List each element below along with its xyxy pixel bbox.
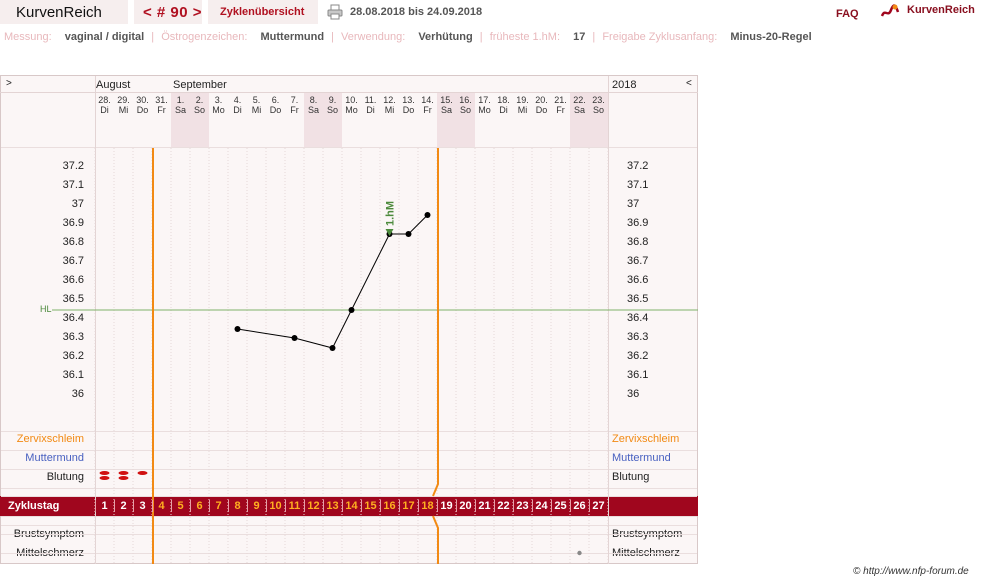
cycle-day-number[interactable]: 24	[532, 500, 551, 512]
cycle-day-separator	[494, 500, 495, 512]
faq-link[interactable]: FAQ	[836, 8, 859, 20]
cycle-number[interactable]: < # 90 >	[143, 4, 202, 21]
first-high-label: 1.hM	[385, 201, 397, 226]
cycle-day-separator	[380, 500, 381, 512]
temperature-point	[405, 231, 412, 237]
cycle-day-number[interactable]: 4	[152, 500, 171, 512]
measure-value: vaginal / digital	[64, 31, 145, 43]
cycle-day-separator	[456, 500, 457, 512]
cycle-day-separator	[209, 500, 210, 512]
cycle-day-number[interactable]: 19	[437, 500, 456, 512]
bleeding-mark	[118, 471, 129, 475]
bleeding-mark	[99, 476, 110, 480]
cycle-day-number[interactable]: 27	[589, 500, 608, 512]
cycle-day-number[interactable]: 9	[247, 500, 266, 512]
cycle-day-number[interactable]: 18	[418, 500, 437, 512]
brand-link[interactable]: KurvenReich	[907, 4, 975, 16]
bleeding-mark	[118, 476, 129, 480]
cycle-day-number[interactable]: 3	[133, 500, 152, 512]
cycle-day-separator	[551, 500, 552, 512]
cycle-day-separator	[247, 500, 248, 512]
estrogen-value: Muttermund	[260, 31, 325, 43]
release-label: Freigabe Zyklusanfang:	[602, 31, 718, 43]
cycle-day-number[interactable]: 14	[342, 500, 361, 512]
cycle-day-number[interactable]: 2	[114, 500, 133, 512]
overview-link[interactable]: Zyklenübersicht	[220, 6, 304, 18]
cycle-settings: Messung: vaginal / digital | Östrogenzei…	[4, 31, 812, 43]
bleeding-mark	[99, 471, 110, 475]
earliest-label: früheste 1.hM:	[489, 31, 561, 43]
printer-icon[interactable]	[327, 4, 343, 20]
cycle-day-separator	[399, 500, 400, 512]
release-value: Minus-20-Regel	[730, 31, 812, 43]
cycle-day-number[interactable]: 10	[266, 500, 285, 512]
temperature-curve: 1.hM	[52, 148, 698, 564]
cycle-day-separator	[342, 500, 343, 512]
cycle-day-separator	[418, 500, 419, 512]
cycle-day-separator	[152, 500, 153, 512]
cycle-day-separator	[304, 500, 305, 512]
usage-value: Verhütung	[418, 31, 473, 43]
cycle-day-separator	[171, 500, 172, 512]
cycle-day-number[interactable]: 8	[228, 500, 247, 512]
cycle-day-number[interactable]: 25	[551, 500, 570, 512]
cycle-day-number[interactable]: 26	[570, 500, 589, 512]
measure-label: Messung:	[4, 31, 52, 43]
estrogen-label: Östrogenzeichen:	[161, 31, 248, 43]
cycle-day-separator	[532, 500, 533, 512]
date-range: 28.08.2018 bis 24.09.2018	[350, 6, 483, 18]
cycle-day-number[interactable]: 5	[171, 500, 190, 512]
hl-label: HL	[40, 304, 52, 314]
bleeding-mark	[137, 471, 148, 475]
cycle-day-separator	[570, 500, 571, 512]
cycle-day-separator	[437, 500, 438, 512]
temperature-point	[234, 326, 241, 332]
cycle-day-separator	[513, 500, 514, 512]
temperature-point	[424, 212, 431, 218]
usage-label: Verwendung:	[341, 31, 406, 43]
mittelschmerz-mark	[577, 550, 582, 556]
temperature-point	[329, 345, 336, 351]
cycle-day-separator	[228, 500, 229, 512]
cycle-day-number[interactable]: 23	[513, 500, 532, 512]
cycle-day-number[interactable]: 17	[399, 500, 418, 512]
app-name[interactable]: KurvenReich	[16, 4, 102, 21]
cycle-day-number[interactable]: 20	[456, 500, 475, 512]
cycle-day-separator	[361, 500, 362, 512]
cycle-day-separator	[475, 500, 476, 512]
separator: |	[331, 31, 334, 43]
cycle-day-number[interactable]: 13	[323, 500, 342, 512]
cycle-day-separator	[285, 500, 286, 512]
separator: |	[479, 31, 483, 43]
brand-logo-icon[interactable]	[880, 2, 900, 20]
copyright-footer: © http://www.nfp-forum.de	[853, 566, 969, 577]
cycle-day-number[interactable]: 21	[475, 500, 494, 512]
cycle-day-separator	[114, 500, 115, 512]
earliest-value: 17	[573, 31, 586, 43]
separator: |	[151, 31, 155, 43]
cycle-day-separator	[133, 500, 134, 512]
cycle-day-number[interactable]: 16	[380, 500, 399, 512]
cycle-day-separator	[323, 500, 324, 512]
cycle-day-number[interactable]: 11	[285, 500, 304, 512]
cycle-day-number[interactable]: 12	[304, 500, 323, 512]
cycle-day-number[interactable]: 22	[494, 500, 513, 512]
cycle-day-number[interactable]: 6	[190, 500, 209, 512]
cycle-day-separator	[190, 500, 191, 512]
cycle-day-number[interactable]: 1	[95, 500, 114, 512]
cycle-day-separator	[95, 500, 96, 512]
cycle-day-separator	[589, 500, 590, 512]
cycle-day-number[interactable]: 7	[209, 500, 228, 512]
cycle-day-number[interactable]: 15	[361, 500, 380, 512]
separator: |	[592, 31, 596, 43]
temperature-point	[291, 335, 298, 341]
temperature-point	[348, 307, 355, 313]
cycle-day-separator	[266, 500, 267, 512]
